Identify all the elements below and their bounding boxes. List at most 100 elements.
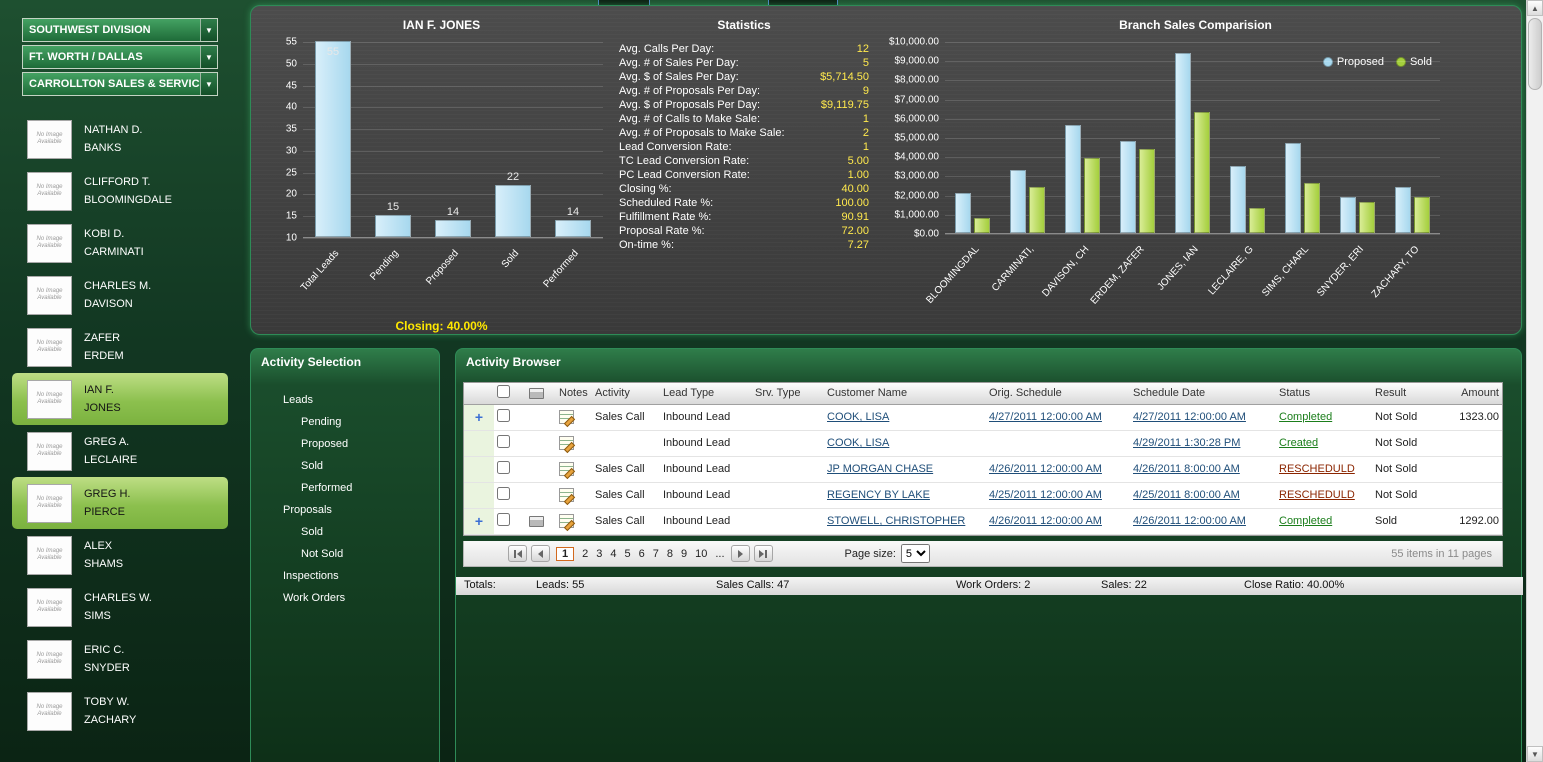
salesperson-item-banks[interactable]: No Image Available NATHAN D. BANKS	[12, 113, 228, 165]
page-number-7[interactable]: 7	[653, 548, 659, 560]
expand-row-icon[interactable]: +	[475, 409, 483, 425]
column-header-activity[interactable]: Activity	[592, 383, 660, 405]
column-header-schedule-date[interactable]: Schedule Date	[1130, 383, 1276, 405]
status-badge[interactable]: Created	[1279, 437, 1318, 449]
salesperson-item-snyder[interactable]: No Image Available ERIC C. SNYDER	[12, 633, 228, 685]
page-number-9[interactable]: 9	[681, 548, 687, 560]
page-number-10[interactable]: 10	[695, 548, 707, 560]
gridline	[945, 138, 1440, 139]
branch-dropdown[interactable]: CARROLLTON SALES & SERVICE T ▼	[22, 72, 218, 96]
chevron-down-icon[interactable]: ▼	[200, 19, 217, 41]
salesperson-item-zachary[interactable]: No Image Available TOBY W. ZACHARY	[12, 685, 228, 737]
tree-item-performed[interactable]: Performed	[251, 477, 439, 499]
salesperson-item-shams[interactable]: No Image Available ALEX SHAMS	[12, 529, 228, 581]
schedule-date-link[interactable]: 4/25/2011 8:00:00 AM	[1133, 489, 1240, 501]
salesperson-item-bloomingdale[interactable]: No Image Available CLIFFORD T. BLOOMINGDAL…	[12, 165, 228, 217]
pager-last-button[interactable]	[753, 545, 773, 562]
notes-icon[interactable]	[559, 462, 574, 476]
row-checkbox[interactable]	[497, 513, 510, 526]
page-number-1[interactable]: 1	[556, 546, 575, 561]
notes-icon[interactable]	[559, 436, 574, 450]
tree-item-sold[interactable]: Sold	[251, 521, 439, 543]
table-row[interactable]: Sales Call Inbound Lead JP MORGAN CHASE 4/2…	[464, 456, 1502, 483]
customer-link[interactable]: JP MORGAN CHASE	[827, 463, 933, 475]
scroll-down-icon[interactable]: ▼	[1527, 746, 1543, 762]
orig-schedule-link[interactable]: 4/27/2011 12:00:00 AM	[989, 411, 1102, 423]
status-badge[interactable]: RESCHEDULD	[1279, 463, 1355, 475]
salesperson-item-davison[interactable]: No Image Available CHARLES M. DAVISON	[12, 269, 228, 321]
page-number-8[interactable]: 8	[667, 548, 673, 560]
column-header-notes[interactable]: Notes	[556, 383, 592, 405]
schedule-date-link[interactable]: 4/29/2011 1:30:28 PM	[1133, 437, 1240, 449]
customer-link[interactable]: REGENCY BY LAKE	[827, 489, 930, 501]
salesperson-item-leclaire[interactable]: No Image Available GREG A. LECLAIRE	[12, 425, 228, 477]
tree-item-inspections[interactable]: Inspections	[251, 565, 439, 587]
printer-icon[interactable]	[529, 387, 544, 399]
table-row[interactable]: Sales Call Inbound Lead REGENCY BY LAKE 4/2…	[464, 482, 1502, 509]
orig-schedule-link[interactable]: 4/25/2011 12:00:00 AM	[989, 489, 1102, 501]
page-size-select[interactable]: 5	[900, 544, 930, 563]
pager-prev-button[interactable]	[531, 545, 550, 562]
notes-icon[interactable]	[559, 514, 574, 528]
stat-label: Avg. $ of Proposals Per Day:	[619, 99, 761, 111]
tree-item-not-sold[interactable]: Not Sold	[251, 543, 439, 565]
customer-link[interactable]: STOWELL, CHRISTOPHER	[827, 515, 965, 527]
pager-first-button[interactable]	[508, 545, 527, 562]
expand-row-icon[interactable]: +	[475, 513, 483, 529]
page-number-6[interactable]: 6	[639, 548, 645, 560]
vertical-scrollbar[interactable]: ▲ ▼	[1526, 0, 1543, 762]
salesperson-item-jones[interactable]: No Image Available IAN F. JONES	[12, 373, 228, 425]
row-checkbox[interactable]	[497, 409, 510, 422]
salesperson-item-sims[interactable]: No Image Available CHARLES W. SIMS	[12, 581, 228, 633]
region-dropdown[interactable]: FT. WORTH / DALLAS ▼	[22, 45, 218, 69]
row-checkbox[interactable]	[497, 461, 510, 474]
column-header-status[interactable]: Status	[1276, 383, 1372, 405]
page-number-[interactable]: ...	[715, 548, 724, 560]
schedule-date-link[interactable]: 4/26/2011 12:00:00 AM	[1133, 515, 1246, 527]
row-checkbox[interactable]	[497, 487, 510, 500]
customer-link[interactable]: COOK, LISA	[827, 437, 889, 449]
orig-schedule-link[interactable]: 4/26/2011 12:00:00 AM	[989, 463, 1102, 475]
salesperson-item-erdem[interactable]: No Image Available ZAFER ERDEM	[12, 321, 228, 373]
column-header-customer-name[interactable]: Customer Name	[824, 383, 986, 405]
tree-item-proposed[interactable]: Proposed	[251, 433, 439, 455]
column-header-orig-schedule[interactable]: Orig. Schedule	[986, 383, 1130, 405]
column-header-amount[interactable]: Amount	[1430, 383, 1502, 405]
orig-schedule-link[interactable]: 4/26/2011 12:00:00 AM	[989, 515, 1102, 527]
row-checkbox[interactable]	[497, 435, 510, 448]
column-header-lead-type[interactable]: Lead Type	[660, 383, 752, 405]
chevron-down-icon[interactable]: ▼	[200, 73, 217, 95]
tree-item-work-orders[interactable]: Work Orders	[251, 587, 439, 609]
tree-item-proposals[interactable]: Proposals	[251, 499, 439, 521]
salesperson-item-pierce[interactable]: No Image Available GREG H. PIERCE	[12, 477, 228, 529]
scroll-up-icon[interactable]: ▲	[1527, 0, 1543, 16]
tree-item-pending[interactable]: Pending	[251, 411, 439, 433]
status-badge[interactable]: Completed	[1279, 411, 1332, 423]
pager-next-button[interactable]	[730, 545, 750, 562]
column-header-srv-type[interactable]: Srv. Type	[752, 383, 824, 405]
table-row[interactable]: + Sales Call Inbound Lead COOK, LISA 4/27/20…	[464, 404, 1502, 431]
schedule-date-link[interactable]: 4/26/2011 8:00:00 AM	[1133, 463, 1240, 475]
tree-item-leads[interactable]: Leads	[251, 389, 439, 411]
table-row[interactable]: + Sales Call Inbound Lead STOWELL, CHRISTOP…	[464, 508, 1502, 535]
notes-icon[interactable]	[559, 410, 574, 424]
customer-link[interactable]: COOK, LISA	[827, 411, 889, 423]
page-number-3[interactable]: 3	[596, 548, 602, 560]
tree-item-sold[interactable]: Sold	[251, 455, 439, 477]
page-number-4[interactable]: 4	[610, 548, 616, 560]
page-number-2[interactable]: 2	[582, 548, 588, 560]
column-header-result[interactable]: Result	[1372, 383, 1430, 405]
chevron-down-icon[interactable]: ▼	[200, 46, 217, 68]
notes-icon[interactable]	[559, 488, 574, 502]
status-badge[interactable]: RESCHEDULD	[1279, 489, 1355, 501]
scrollbar-thumb[interactable]	[1528, 18, 1542, 90]
bar-performed	[555, 219, 591, 237]
status-badge[interactable]: Completed	[1279, 515, 1332, 527]
table-row[interactable]: Inbound Lead COOK, LISA 4/29/2011 1:30:28 …	[464, 430, 1502, 457]
schedule-date-link[interactable]: 4/27/2011 12:00:00 AM	[1133, 411, 1246, 423]
page-number-5[interactable]: 5	[625, 548, 631, 560]
printer-icon[interactable]	[529, 515, 544, 527]
select-all-checkbox[interactable]	[497, 385, 510, 399]
salesperson-item-carminati[interactable]: No Image Available KOBI D. CARMINATI	[12, 217, 228, 269]
division-dropdown[interactable]: SOUTHWEST DIVISION ▼	[22, 18, 218, 42]
